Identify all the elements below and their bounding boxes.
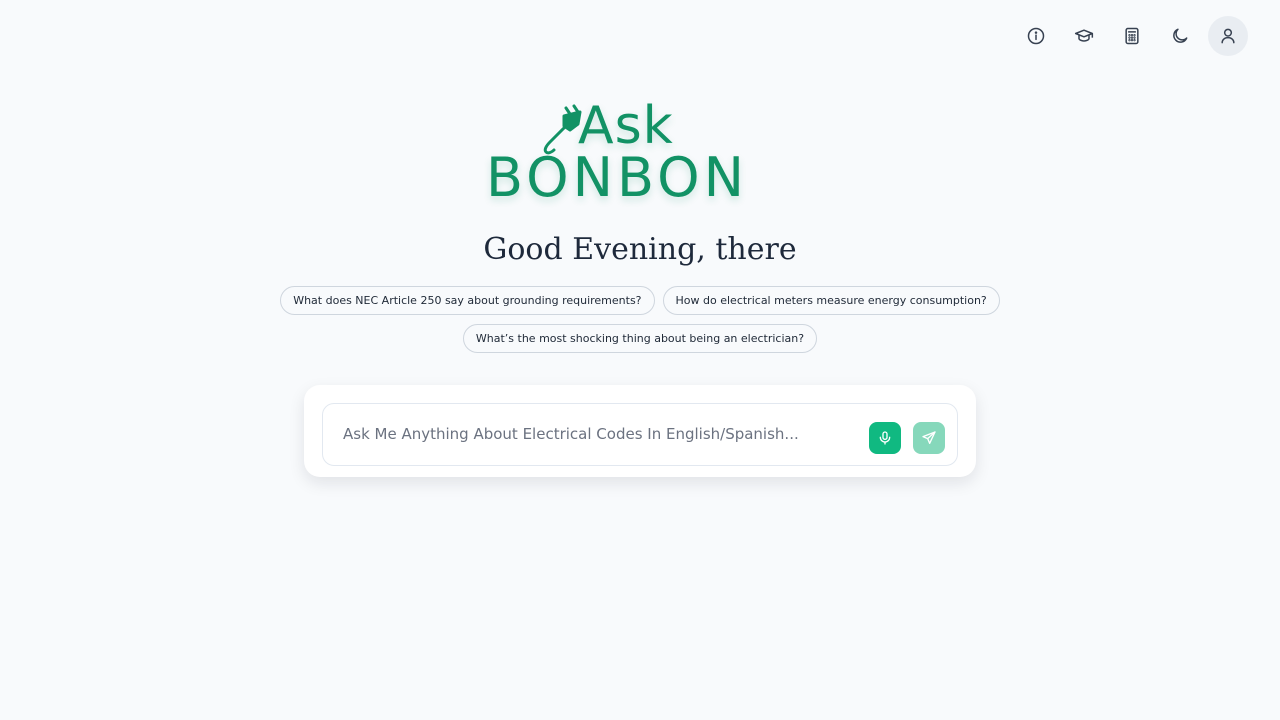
suggestion-chip[interactable]: How do electrical meters measure energy … [662,286,1000,315]
calculator-button[interactable] [1112,16,1152,56]
profile-button[interactable] [1208,16,1248,56]
theme-toggle-button[interactable] [1160,16,1200,56]
logo-text-bonbon: BONBON [486,146,748,209]
greeting-heading: Good Evening, there [483,232,797,267]
voice-input-button[interactable] [869,422,901,454]
chat-composer [304,385,976,477]
suggestion-chip[interactable]: What does NEC Article 250 say about grou… [280,286,655,315]
learn-button[interactable] [1064,16,1104,56]
chat-input-container [322,403,958,466]
send-icon [922,431,936,444]
info-icon [1027,27,1045,45]
app-logo: Ask BONBON [0,96,1280,209]
suggestion-chip[interactable]: What’s the most shocking thing about bei… [462,324,818,353]
suggestion-row: What’s the most shocking thing about bei… [0,324,1280,353]
top-toolbar [1016,16,1248,56]
calculator-icon [1125,27,1139,45]
graduation-cap-icon [1074,29,1094,42]
moon-icon [1173,28,1188,43]
send-button[interactable] [913,422,945,454]
info-button[interactable] [1016,16,1056,56]
chat-input[interactable] [343,404,863,464]
microphone-icon [879,431,891,445]
suggestion-row: What does NEC Article 250 say about grou… [0,286,1280,315]
user-icon [1221,28,1235,44]
